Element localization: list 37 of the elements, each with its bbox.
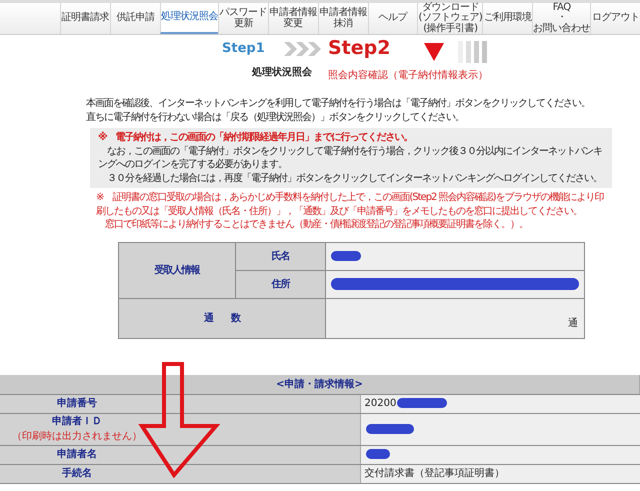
chevrons-icon	[282, 41, 322, 57]
progress-bars-icon	[458, 41, 490, 63]
instruction-text: 直ちに電子納付を行わない場合は「戻る（処理状況照会）」ボタンをクリックしてください。	[86, 110, 465, 124]
nav-tab[interactable]: パスワード 更新	[218, 3, 268, 34]
table-cell: 交付請求書（登記事項証明書）	[364, 468, 504, 479]
nav-tab[interactable]: 処理状況照会	[160, 3, 218, 34]
nav-tab[interactable]: ダウンロード (ソフトウェア) (操作手引書)	[417, 3, 482, 34]
table-header: 受取人情報	[118, 242, 236, 298]
note-text: 窓口で印紙等により納付することはできません（動産・債権譲渡登記の登記事項概要証明書を除く。）。	[104, 218, 529, 232]
notice-text: ３０分を経過した場合には，再度「電子納付」ボタンをクリックしてインターネットバンキングへログインしてください。	[106, 172, 603, 185]
step-caption: 照会内容確認（電子納付情報表示）	[328, 68, 488, 83]
note-text: ※ 証明書の窓口受取の場合は，あらかじめ手数料を納付した上で，この画面(Step2 照会内容確認)をブラウザの機能により印刷したもの又は「受取人情報（氏名・住所）」，「通数」及び「申請番号」をメモしたものを窓口に提出してください。	[96, 191, 605, 218]
print-note: （印刷時は出力されません）	[12, 431, 142, 442]
nav-tab[interactable]: 申請者情報 抹消	[318, 3, 368, 34]
nav-tab[interactable]: FAQ ・ お問い合わせ	[532, 3, 590, 34]
table-title: <申請・請求情報>	[0, 375, 640, 394]
nav-tab[interactable]: ログアウト	[590, 3, 640, 34]
down-triangle-icon	[424, 43, 444, 61]
nav-tab[interactable]: ヘルプ	[368, 3, 418, 34]
table-header: 申請者名	[56, 449, 97, 460]
step-label: Step2	[328, 39, 390, 58]
table-header: 氏名	[236, 242, 326, 270]
step-label: Step1	[222, 40, 265, 58]
notice-headline: ※ 電子納付は，この画面の「納付期限経過年月日」までに行ってください。	[98, 131, 414, 144]
instruction-text: 本画面を確認後、インターネットバンキングを利用して電子納付を行う場合は「電子納付」ボタンをクリックしてください。	[86, 97, 591, 110]
unit-text: 通	[567, 316, 578, 330]
nav-tab[interactable]: 証明書請求	[60, 3, 110, 34]
nav-tab[interactable]: 申請者情報 変更	[268, 3, 318, 34]
table-header: 申請番号	[56, 398, 97, 409]
table-header: 申請者ＩＤ	[52, 416, 102, 427]
notice-text: なお，この画面の「電子納付」ボタンをクリックして電子納付を行う場合，クリック後３０分以内にインターネットバンキングへのログインを完了する必要があります。	[98, 144, 603, 172]
table-header: 手続名	[62, 468, 92, 479]
table-header: 通 数	[118, 298, 326, 338]
step-caption: 処理状況照会	[252, 66, 312, 80]
nav-tab[interactable]: ご利用環境	[482, 3, 532, 34]
table-header: 住所	[236, 270, 326, 298]
table-cell: 20200	[364, 398, 396, 409]
